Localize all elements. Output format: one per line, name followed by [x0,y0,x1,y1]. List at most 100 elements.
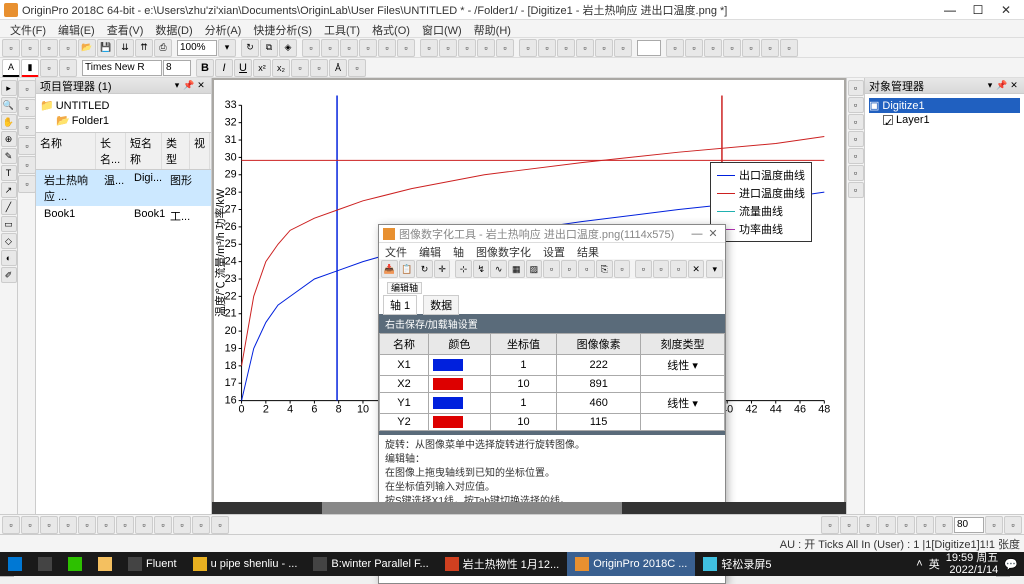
menu-window[interactable]: 窗口(W) [416,20,468,37]
annotate-icon[interactable]: ✎ [1,148,17,164]
font-combo[interactable] [82,60,162,76]
rt-d[interactable]: ▫ [848,131,864,147]
tb-s[interactable]: ▫ [685,39,703,57]
line-icon[interactable]: ╱ [1,199,17,215]
tb-h[interactable]: ▫ [439,39,457,57]
new-project-icon[interactable]: ▫ [2,39,20,57]
panel-pin-icon[interactable]: 📌 [183,80,195,92]
scale-dropdown-icon[interactable]: ▾ [692,360,698,372]
print-icon[interactable]: ⎙ [154,39,172,57]
task-ansys[interactable]: u pipe shenliu - ... [185,552,306,576]
fmt-e[interactable]: Å [329,59,347,77]
dlg-t1[interactable]: ▫ [543,260,560,278]
tb-f[interactable]: ▫ [397,39,415,57]
lt2-d[interactable]: ▫ [18,137,36,155]
dlg-goto-icon[interactable]: ⎘ [596,260,613,278]
layer-checkbox[interactable]: ✓ [883,115,893,125]
dlg-menu-axis[interactable]: 轴 [451,243,466,259]
bt-u[interactable]: ▫ [1004,516,1022,534]
zoom-tool-icon[interactable]: 🔍 [1,97,17,113]
dlg-grid-icon[interactable]: ▦ [508,260,525,278]
table-row[interactable]: Y1 1 460 线性 ▾ [380,393,725,414]
system-tray[interactable]: ˄ 英 19:59 周五2022/1/14 💬 [910,552,1024,576]
fmt-f[interactable]: ▫ [348,59,366,77]
om-menu-icon[interactable]: ▾ [984,80,996,92]
maximize-button[interactable]: ☐ [964,1,992,19]
dlg-delete-icon[interactable]: ✕ [688,260,705,278]
dlg-menu-digitize[interactable]: 图像数字化 [474,243,533,259]
rt-a[interactable]: ▫ [848,80,864,96]
fmt-d[interactable]: ▫ [310,59,328,77]
menu-quickanalysis[interactable]: 快捷分析(S) [247,20,318,37]
dlg-area-icon[interactable]: ▨ [526,260,543,278]
tb-r[interactable]: ▫ [666,39,684,57]
bt-j[interactable]: ▫ [173,516,191,534]
menu-tools[interactable]: 工具(T) [318,20,366,37]
text-icon[interactable]: T [1,165,17,181]
task-origin[interactable]: OriginPro 2018C ... [567,552,695,576]
tb-v[interactable]: ▫ [742,39,760,57]
tab-data[interactable]: 数据 [423,295,459,315]
tb-a[interactable]: ▫ [302,39,320,57]
edit-axis-button[interactable]: 编辑轴 [387,282,422,294]
dlg-close-icon[interactable]: ✕ [705,227,721,240]
lt2-b[interactable]: ▫ [18,99,36,117]
new-graph-icon[interactable]: ▫ [40,39,58,57]
tb-e[interactable]: ▫ [378,39,396,57]
dlg-menu-settings[interactable]: 设置 [541,243,567,259]
dlg-menu-edit[interactable]: 编辑 [417,243,443,259]
color-swatch[interactable] [433,416,463,428]
scroll-thumb[interactable] [322,502,622,514]
tb-g[interactable]: ▫ [420,39,438,57]
menu-analysis[interactable]: 分析(A) [199,20,248,37]
tb-i[interactable]: ▫ [458,39,476,57]
rt-e[interactable]: ▫ [848,148,864,164]
dlg-t6[interactable]: ▫ [653,260,670,278]
bold-icon[interactable]: B [196,59,214,77]
tb-t[interactable]: ▫ [704,39,722,57]
om-pin-icon[interactable]: 📌 [996,80,1008,92]
fill-color-icon[interactable]: ▮ [21,59,39,77]
bt-e[interactable]: ▫ [78,516,96,534]
dlg-import-icon[interactable]: 📥 [381,260,398,278]
menu-help[interactable]: 帮助(H) [468,20,517,37]
dlg-rotate-icon[interactable]: ↻ [416,260,433,278]
dlg-menu-file[interactable]: 文件 [383,243,409,259]
tb-q[interactable]: ▫ [614,39,632,57]
region-icon[interactable]: ◇ [1,233,17,249]
reader-icon[interactable]: ⊕ [1,131,17,147]
mask-icon[interactable]: ◐ [1,250,17,266]
tb-m[interactable]: ▫ [538,39,556,57]
tb-b[interactable]: ▫ [321,39,339,57]
bt-r[interactable]: ▫ [916,516,934,534]
open-icon[interactable]: 📂 [78,39,96,57]
task-recorder[interactable]: 轻松录屏5 [695,552,779,576]
dlg-t4[interactable]: ▫ [614,260,631,278]
bt-f[interactable]: ▫ [97,516,115,534]
draw-icon[interactable]: ✐ [1,267,17,283]
bt-t[interactable]: ▫ [985,516,1003,534]
tree-root[interactable]: 📁 UNTITLED [40,98,207,113]
bt-p[interactable]: ▫ [878,516,896,534]
task-doc[interactable]: 岩土热物性 1月12... [437,552,568,576]
lt2-a[interactable]: ▫ [18,80,36,98]
bt-o[interactable]: ▫ [859,516,877,534]
bt-g[interactable]: ▫ [116,516,134,534]
tb-x[interactable]: ▫ [780,39,798,57]
panel-close-icon[interactable]: ✕ [195,80,207,92]
numeric-input[interactable] [637,40,661,56]
tab-axis[interactable]: 轴 1 [383,295,417,315]
file-row[interactable]: Book1 Book1 工... [36,206,211,226]
scale-dropdown-icon[interactable]: ▾ [692,398,698,410]
color-swatch[interactable] [433,359,463,371]
zoom-input[interactable] [177,40,217,56]
dlg-minimize-icon[interactable]: — [689,228,705,240]
bt-i[interactable]: ▫ [154,516,172,534]
file-row[interactable]: 岩土热响应 ... 温... Digi... 图形 [36,170,211,206]
fmt-a[interactable]: ▫ [40,59,58,77]
dlg-t3[interactable]: ▫ [578,260,595,278]
minimize-button[interactable]: — [936,1,964,19]
bt-n[interactable]: ▫ [840,516,858,534]
table-row[interactable]: Y2 10 115 [380,414,725,431]
bottom-zoom-input[interactable] [954,517,984,533]
